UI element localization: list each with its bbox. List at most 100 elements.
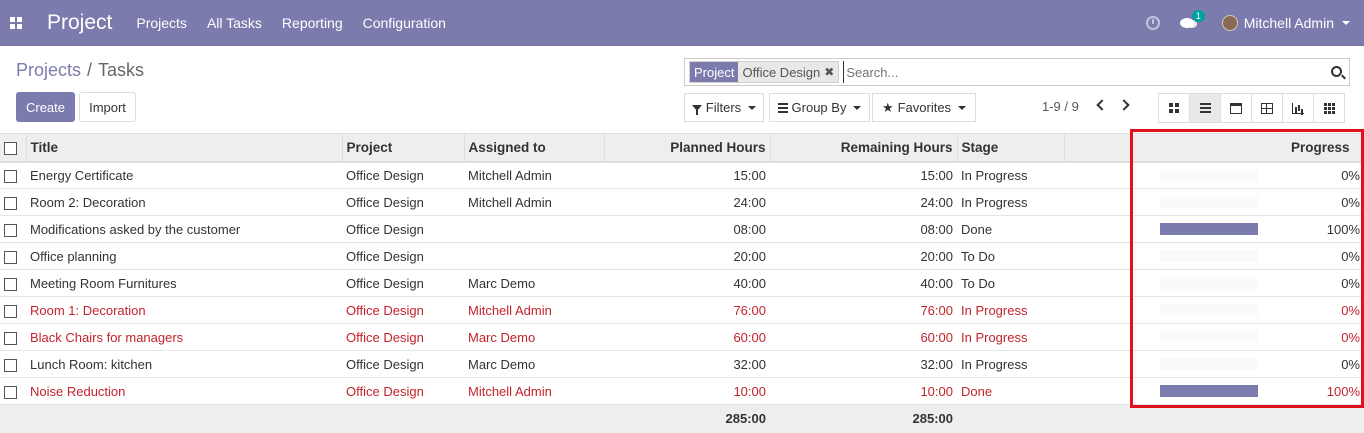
row-select-cell <box>0 270 26 297</box>
search-input[interactable] <box>843 61 1314 83</box>
row-select-cell <box>0 243 26 270</box>
table-row[interactable]: Noise Reduction Office Design Mitchell Adm… <box>0 378 1364 405</box>
calendar-view-button[interactable] <box>1220 93 1252 123</box>
table-row[interactable]: Meeting Room Furnitures Office Design Marc… <box>0 270 1364 297</box>
row-select-cell <box>0 378 26 405</box>
task-project: Office Design <box>346 221 424 237</box>
chevron-down-icon <box>748 105 757 110</box>
task-assignee <box>464 243 604 270</box>
task-title[interactable]: Modifications asked by the customer <box>26 216 342 243</box>
progress-bar <box>1160 304 1258 316</box>
row-spacer <box>1064 324 1130 351</box>
row-checkbox[interactable] <box>4 223 17 237</box>
column-header-planned[interactable]: Planned Hours <box>604 133 771 163</box>
avatar[interactable] <box>1221 15 1238 31</box>
row-select-cell <box>0 162 26 189</box>
progress-bar <box>1160 277 1258 289</box>
select-all-checkbox[interactable] <box>4 141 17 155</box>
column-header-assigned[interactable]: Assigned to <box>464 133 605 163</box>
task-assignee: Mitchell Admin <box>468 302 552 318</box>
table-row[interactable]: Modifications asked by the customer Offic… <box>0 216 1364 243</box>
progress-label: 0% <box>1341 248 1360 264</box>
task-title[interactable]: Black Chairs for managers <box>26 324 342 351</box>
task-title[interactable]: Room 2: Decoration <box>26 189 342 216</box>
column-header-title[interactable]: Title <box>26 133 343 163</box>
calendar-icon <box>1230 102 1242 114</box>
activity-clock-icon[interactable] <box>1145 16 1160 30</box>
apps-menu-button[interactable] <box>0 0 32 46</box>
pivot-view-button[interactable] <box>1251 93 1283 123</box>
create-button[interactable]: Create <box>16 92 75 122</box>
column-header-project[interactable]: Project <box>342 133 465 163</box>
task-planned-hours: 15:00 <box>733 167 766 183</box>
graph-view-button[interactable] <box>1282 93 1314 123</box>
row-spacer <box>1064 189 1130 216</box>
list-view-button[interactable] <box>1189 93 1221 123</box>
totals-spacer <box>1064 405 1130 433</box>
column-header-stage[interactable]: Stage <box>957 133 1065 163</box>
task-title[interactable]: Meeting Room Furnitures <box>26 270 342 297</box>
totals-spacer <box>1130 405 1364 433</box>
chevron-down-icon[interactable] <box>1342 21 1350 25</box>
row-checkbox[interactable] <box>4 196 17 210</box>
task-title[interactable]: Lunch Room: kitchen <box>26 351 342 378</box>
row-checkbox[interactable] <box>4 385 17 399</box>
message-count-badge: 1 <box>1191 10 1205 22</box>
table-row[interactable]: Room 2: Decoration Office Design Mitchell … <box>0 189 1364 216</box>
row-checkbox[interactable] <box>4 277 17 291</box>
table-row[interactable]: Office planning Office Design 20:00 20:00 To… <box>0 243 1364 270</box>
progress-label: 100% <box>1326 383 1360 399</box>
menu-projects[interactable]: Projects <box>136 15 187 31</box>
kanban-icon <box>1169 103 1179 113</box>
task-remaining-hours: 20:00 <box>920 248 953 264</box>
row-checkbox[interactable] <box>4 304 17 318</box>
task-planned-hours: 76:00 <box>733 302 766 318</box>
table-row[interactable]: Lunch Room: kitchen Office Design Marc Dem… <box>0 351 1364 378</box>
task-title[interactable]: Office planning <box>26 243 342 270</box>
remove-facet-icon[interactable]: ✖ <box>824 62 838 82</box>
progress-label: 0% <box>1341 275 1360 291</box>
row-checkbox[interactable] <box>4 358 17 372</box>
search-icon[interactable] <box>1331 66 1342 77</box>
task-planned-hours: 10:00 <box>733 383 766 399</box>
table-header-row: Title Project Assigned to Planned Hours … <box>0 133 1364 163</box>
task-progress: 0% <box>1130 162 1364 189</box>
grid-view-button[interactable] <box>1313 93 1345 123</box>
row-checkbox[interactable] <box>4 169 17 183</box>
messaging-icon[interactable]: 1 <box>1179 10 1205 30</box>
table-row[interactable]: Energy Certificate Office Design Mitchell … <box>0 162 1364 189</box>
menu-configuration[interactable]: Configuration <box>363 15 446 31</box>
task-project: Office Design <box>346 194 424 210</box>
column-header-progress[interactable]: Progress <box>1130 133 1364 163</box>
progress-label: 0% <box>1341 194 1360 210</box>
progress-bar <box>1160 385 1258 397</box>
group-by-button[interactable]: Group By <box>769 93 870 122</box>
pager-next-icon[interactable] <box>1118 99 1130 111</box>
row-spacer <box>1064 351 1130 378</box>
app-name[interactable]: Project <box>47 11 112 35</box>
row-checkbox[interactable] <box>4 250 17 264</box>
filters-button[interactable]: Filters <box>684 93 764 122</box>
column-header-remaining[interactable]: Remaining Hours <box>770 133 958 163</box>
import-button[interactable]: Import <box>79 92 136 122</box>
progress-label: 0% <box>1341 167 1360 183</box>
task-title[interactable]: Energy Certificate <box>26 162 342 189</box>
breadcrumb-projects[interactable]: Projects <box>16 60 81 80</box>
row-checkbox[interactable] <box>4 331 17 345</box>
menu-all-tasks[interactable]: All Tasks <box>207 15 262 31</box>
task-title[interactable]: Room 1: Decoration <box>26 297 342 324</box>
favorites-button[interactable]: ★ Favorites <box>872 93 976 122</box>
kanban-view-button[interactable] <box>1158 93 1190 123</box>
breadcrumb-separator: / <box>87 60 93 80</box>
task-planned-hours: 20:00 <box>733 248 766 264</box>
task-list-table: Title Project Assigned to Planned Hours … <box>0 133 1364 433</box>
table-row[interactable]: Black Chairs for managers Office Design Ma… <box>0 324 1364 351</box>
progress-bar <box>1160 169 1258 182</box>
select-all-header <box>0 133 27 163</box>
task-title[interactable]: Noise Reduction <box>26 378 342 405</box>
pager-range[interactable]: 1-9 / 9 <box>1042 99 1079 114</box>
table-row[interactable]: Room 1: Decoration Office Design Mitchell … <box>0 297 1364 324</box>
menu-reporting[interactable]: Reporting <box>282 15 343 31</box>
user-menu[interactable]: Mitchell Admin <box>1244 15 1334 31</box>
pager-previous-icon[interactable] <box>1096 99 1108 111</box>
